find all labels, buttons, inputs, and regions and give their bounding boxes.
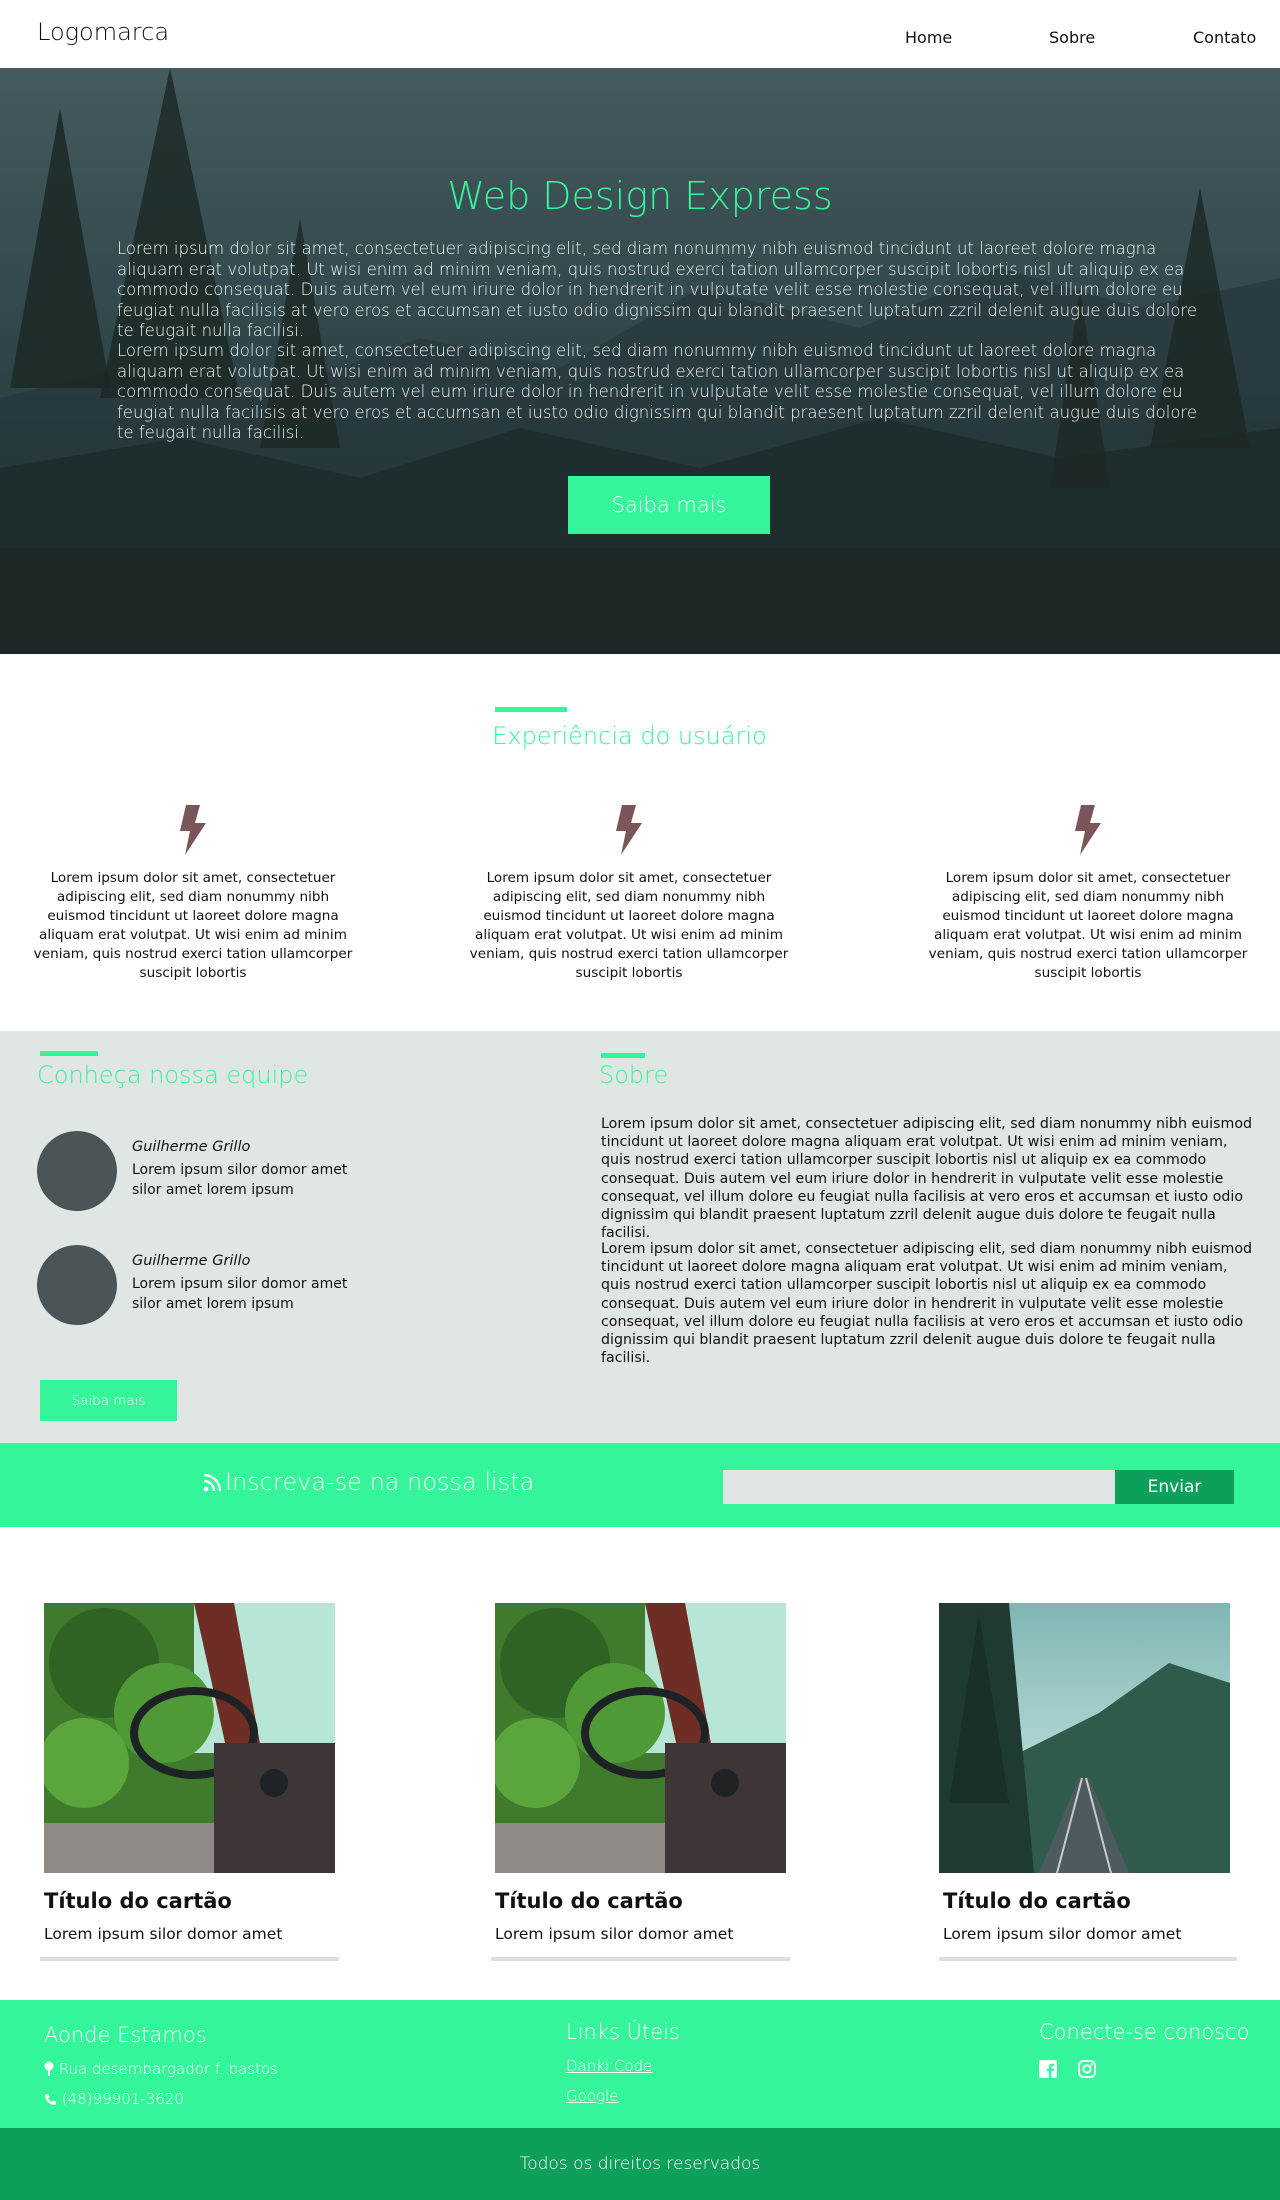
about-paragraph: Lorem ipsum dolor sit amet, consectetuer… [601,1116,1253,1242]
member-description: Lorem ipsum silor domor amet silor amet … [132,1162,348,1198]
hero-title: Web Design Express [447,174,833,218]
truck-interior-photo [495,1603,786,1873]
team-member: Guilherme Grillo Lorem ipsum silor domor… [37,1245,357,1327]
feature-text: Lorem ipsum dolor sit amet, consectetuer… [33,870,353,981]
feature-column: Lorem ipsum dolor sit amet, consectetuer… [928,805,1248,983]
feature-column: Lorem ipsum dolor sit amet, consectetuer… [33,805,353,983]
footer-link-google[interactable]: Google [566,2087,618,2105]
nav-sobre[interactable]: Sobre [1049,28,1095,47]
avatar [37,1131,117,1211]
team-member: Guilherme Grillo Lorem ipsum silor domor… [37,1131,357,1213]
team-title: Conheça nossa equipe [37,1061,309,1089]
map-pin-icon [44,2061,54,2076]
card-divider [491,1957,790,1961]
newsletter-send-button[interactable]: Enviar [1115,1470,1234,1504]
newsletter-text: Inscreva-se na nossa lista [225,1468,535,1496]
card-divider [40,1957,339,1961]
member-name: Guilherme Grillo [132,1139,251,1155]
copyright-bar: Todos os direitos reservados [0,2128,1280,2200]
footer-address: Rua desembargador f. bastos [44,2060,278,2078]
footer-links-title: Links Úteis [566,2020,680,2044]
card-text: Lorem ipsum silor domor amet [44,1925,283,1943]
avatar [37,1245,117,1325]
hero-saiba-mais-button[interactable]: Saiba mais [568,476,770,534]
member-description: Lorem ipsum silor domor amet silor amet … [132,1276,348,1312]
card-title: Título do cartão [943,1889,1131,1913]
phone-icon [45,2094,56,2106]
instagram-icon[interactable] [1078,2060,1096,2078]
footer-link-danki-code[interactable]: Danki Code [566,2057,652,2075]
feature-column: Lorem ipsum dolor sit amet, consectetuer… [469,805,789,983]
railway-bridge-forest-photo [939,1603,1230,1873]
lightning-bolt-icon [616,805,642,855]
card-text: Lorem ipsum silor domor amet [495,1925,734,1943]
newsletter-label: Inscreva-se na nossa lista [203,1468,534,1496]
section-accent-bar [495,707,567,712]
nav-contato[interactable]: Contato [1193,28,1256,47]
feature-text: Lorem ipsum dolor sit amet, consectetuer… [928,870,1248,981]
facebook-icon[interactable] [1039,2060,1057,2078]
nav-home[interactable]: Home [905,28,952,47]
about-title: Sobre [599,1061,669,1089]
lightning-bolt-icon [1075,805,1101,855]
card-title: Título do cartão [495,1889,683,1913]
section-accent-bar [601,1053,645,1058]
truck-interior-photo [44,1603,335,1873]
newsletter-section: Inscreva-se na nossa lista Enviar [0,1443,1280,1527]
section-accent-bar [40,1051,98,1056]
about-paragraph: Lorem ipsum dolor sit amet, consectetuer… [601,1241,1253,1367]
member-name: Guilherme Grillo [132,1253,251,1269]
footer-address-text: Rua desembargador f. bastos [58,2060,278,2078]
hero-section: Web Design Express Lorem ipsum dolor sit… [0,68,1280,654]
card-text: Lorem ipsum silor domor amet [943,1925,1182,1943]
rss-icon [203,1473,222,1492]
logo[interactable]: Logomarca [37,18,169,46]
feature-text: Lorem ipsum dolor sit amet, consectetuer… [469,870,789,981]
hero-paragraph: Lorem ipsum dolor sit amet, consectetuer… [117,239,1197,340]
footer-location-title: Aonde Estamos [44,2023,207,2047]
footer-phone-text: (48)99901-3620 [61,2090,184,2108]
card-divider [939,1957,1237,1961]
newsletter-email-input[interactable] [723,1470,1116,1504]
site-footer: Aonde Estamos Rua desembargador f. basto… [0,2000,1280,2128]
team-saiba-mais-button[interactable]: Saiba mais [40,1380,177,1421]
footer-social-title: Conecte-se conosco [1039,2020,1250,2044]
footer-phone: (48)99901-3620 [44,2090,184,2108]
hero-paragraph: Lorem ipsum dolor sit amet, consectetuer… [117,341,1197,442]
site-header: Logomarca Home Sobre Contato [0,0,1280,68]
card-title: Título do cartão [44,1889,232,1913]
experience-title: Experiência do usuário [492,722,767,750]
lightning-bolt-icon [180,805,206,855]
